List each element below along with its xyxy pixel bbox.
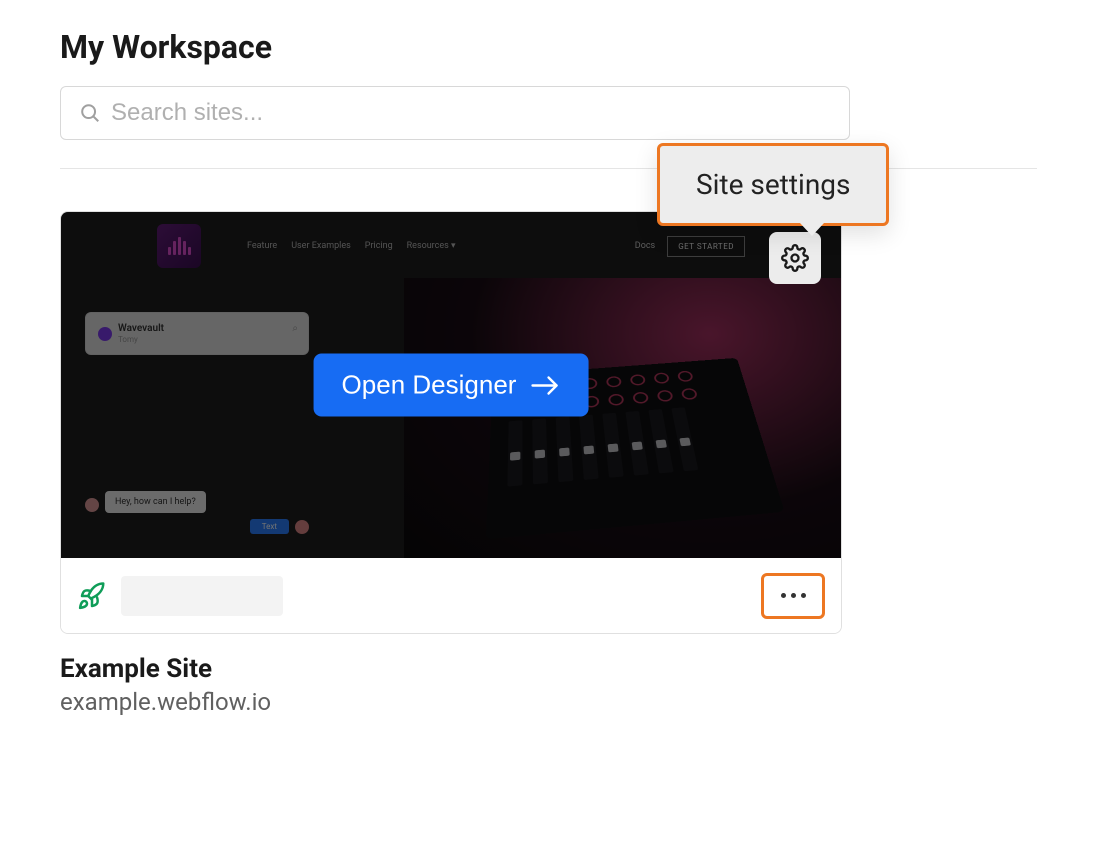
search-icon [79,102,101,124]
open-designer-button[interactable]: Open Designer [314,354,589,417]
section-divider [60,168,1037,169]
site-card-footer [61,558,841,633]
site-settings-tooltip: Site settings [657,143,889,226]
site-url[interactable]: example.webflow.io [60,688,1037,716]
site-name: Example Site [60,654,1037,684]
open-designer-label: Open Designer [342,370,517,401]
dots-icon [781,593,786,598]
more-options-button[interactable] [761,573,825,619]
site-card: Feature User Examples Pricing Resources … [60,211,842,634]
search-input[interactable] [111,99,831,127]
search-sites-field[interactable] [60,86,850,140]
rocket-icon [77,581,107,611]
site-preview-thumbnail[interactable]: Feature User Examples Pricing Resources … [61,212,841,558]
arrow-right-icon [530,374,560,396]
gear-icon [781,244,809,272]
tooltip-label: Site settings [696,168,850,201]
status-placeholder [121,576,283,616]
site-settings-button[interactable] [769,232,821,284]
workspace-title: My Workspace [60,28,1037,66]
